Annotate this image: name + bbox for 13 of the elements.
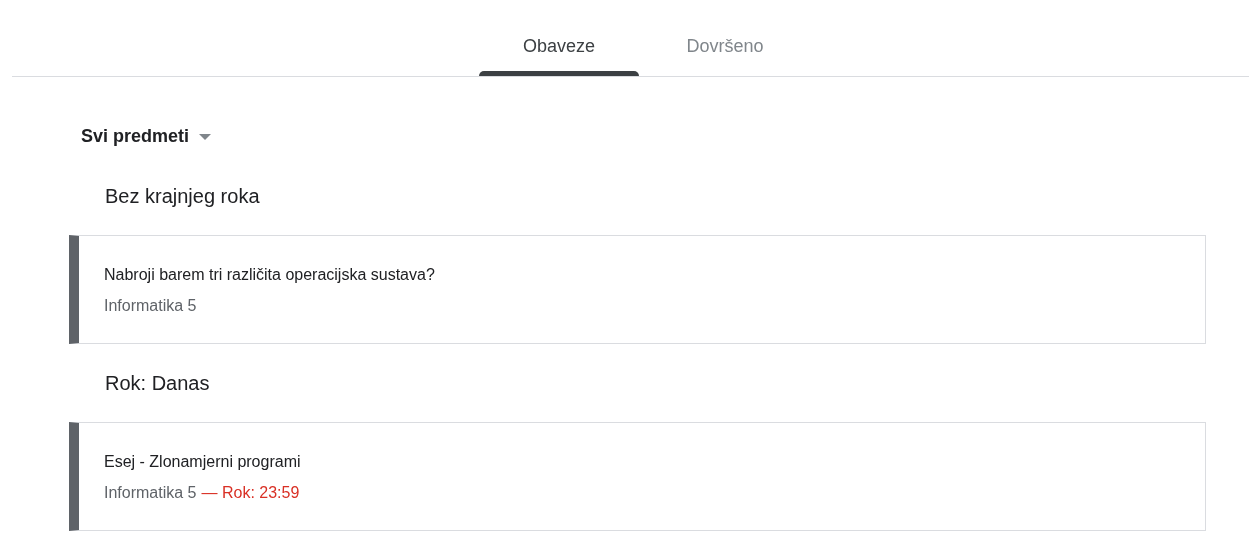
assignment-title: Esej - Zlonamjerni programi	[104, 453, 302, 471]
tab[interactable]: Obaveze	[479, 0, 639, 76]
assignment-card[interactable]: Esej - Zlonamjerni programi Informatika 5 — Rok: 23:59	[69, 422, 1206, 531]
course-name: Informatika 5	[104, 297, 197, 315]
due-time: — Rok: 23:59	[201, 484, 300, 502]
assignment-card[interactable]: Nabroji barem tri različita operacijska sustava? Informatika 5	[69, 235, 1206, 344]
caret-icon	[199, 133, 212, 140]
section-heading: Bez krajnjeg roka	[105, 185, 261, 208]
course-name: Informatika 5	[104, 484, 197, 502]
subject-filter-dropdown[interactable]: Svi predmeti	[81, 126, 212, 147]
section-heading: Rok: Danas	[105, 372, 211, 395]
assignment-title: Nabroji barem tri različita operacijska sustava?	[104, 266, 436, 284]
tab[interactable]: Dovršeno	[645, 0, 805, 76]
